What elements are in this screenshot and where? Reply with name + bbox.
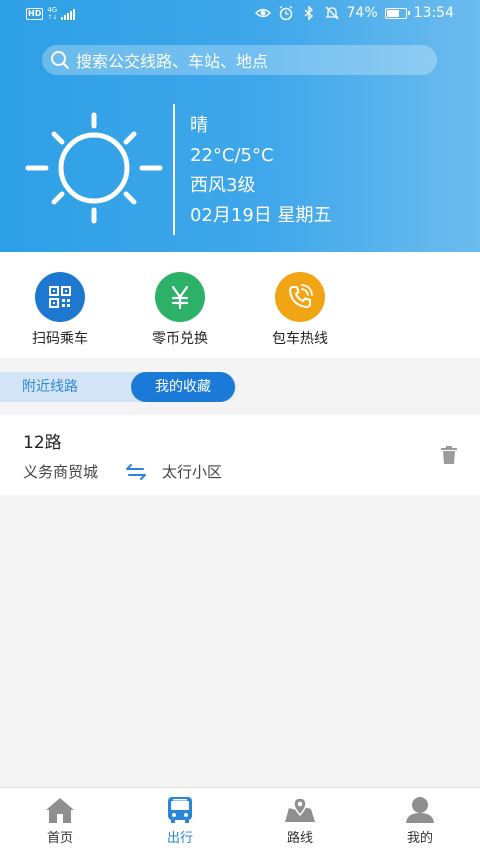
coin-exchange-button[interactable]: 零币兑换 [130,272,230,348]
weather-condition: 晴 [190,115,208,136]
hd-badge: HD [26,8,44,20]
nav-routes[interactable]: 路线 [260,796,340,846]
scan-ride-button[interactable]: 扫码乘车 [10,272,110,348]
nav-mine-label: 我的 [406,831,433,846]
favorite-route-item[interactable]: 12路 义务商贸城 太行小区 [0,415,480,495]
weather-temperature: 22°C/5°C [190,145,274,166]
network-type: 4G ↑↓ [47,6,58,22]
tab-my-favorites[interactable]: 我的收藏 [131,372,235,402]
alarm-icon [279,5,292,21]
delete-trash-icon[interactable] [440,445,458,465]
tab-nearby-routes[interactable]: 附近线路 [22,372,78,402]
coin-exchange-label: 零币兑换 [152,331,208,347]
route-end-stop: 太行小区 [162,463,223,481]
clock: 13:54 [413,5,454,21]
mute-bell-icon [324,6,339,20]
status-right: 74% 13:54 [254,5,454,21]
bottom-navigation: 首页 出行 路线 我的 [0,787,480,853]
swap-direction-icon [126,464,146,480]
route-start-stop: 义务商贸城 [23,463,99,481]
nav-home-label: 首页 [46,831,73,846]
quick-actions: 扫码乘车 零币兑换 包车热线 [0,252,480,358]
route-number: 12路 [23,433,62,453]
battery-icon [384,7,410,19]
sun-icon [25,112,163,224]
search-input[interactable]: 搜索公交线路、车站、地点 [42,45,437,75]
weather-wind: 西风3级 [190,175,256,196]
nav-travel-label: 出行 [166,831,193,846]
route-tabs: 附近线路 我的收藏 [0,372,236,402]
weather-date: 02月19日 星期五 [190,205,332,226]
signal-icon [61,8,76,20]
search-icon [51,51,69,69]
nav-travel[interactable]: 出行 [140,796,220,846]
yuan-icon [171,285,189,310]
status-bar: HD 4G ↑↓ 74% 13:54 [0,0,480,28]
bus-icon [168,797,192,823]
weather-header: HD 4G ↑↓ 74% 13:54 搜索公交线路、车站、地点 晴 22°C/5… [0,0,480,252]
eye-icon [254,8,271,18]
bluetooth-icon [304,5,313,21]
qr-code-icon [49,286,71,308]
scan-ride-label: 扫码乘车 [32,331,88,347]
nav-home[interactable]: 首页 [20,796,100,846]
weather-info: 晴 22°C/5°C 西风3级 02月19日 星期五 [190,112,332,232]
charter-hotline-button[interactable]: 包车热线 [250,272,350,348]
home-icon [46,798,74,823]
nav-mine[interactable]: 我的 [380,796,460,846]
user-icon [406,797,434,823]
search-placeholder: 搜索公交线路、车站、地点 [76,52,269,71]
nav-routes-label: 路线 [286,831,313,846]
phone-icon [289,284,313,308]
map-icon [285,797,315,822]
charter-hotline-label: 包车热线 [272,331,328,347]
weather-divider [173,104,175,235]
status-left: HD 4G ↑↓ [26,6,76,22]
battery-percent: 74% [346,5,378,21]
